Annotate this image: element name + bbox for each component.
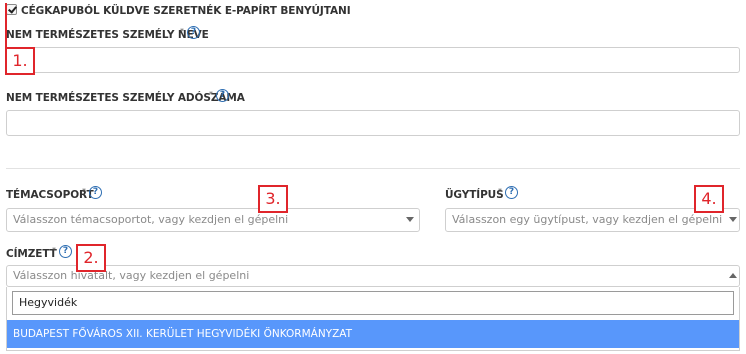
required-mark: *: [209, 90, 213, 99]
required-mark: *: [498, 187, 502, 196]
annotation-badge-4: 4.: [694, 185, 724, 213]
help-icon[interactable]: ?: [59, 245, 72, 258]
recipient-search-input[interactable]: Hegyvidék: [12, 291, 734, 315]
entity-name-label: NEM TERMÉSZETES SZEMÉLY NEVE: [6, 29, 209, 41]
help-icon[interactable]: ?: [187, 26, 200, 39]
annotation-badge-1: 1.: [5, 47, 35, 75]
recipient-dropdown: Hegyvidék BUDAPEST FŐVÁROS XII. KERÜLET …: [6, 287, 740, 351]
topic-group-label: TÉMACSOPORT: [6, 189, 94, 201]
help-icon[interactable]: ?: [89, 186, 102, 199]
section-divider: [6, 168, 740, 169]
caret-up-icon[interactable]: [729, 273, 737, 278]
cegkapu-checkbox-label[interactable]: CÉGKAPUBÓL KÜLDVE SZERETNÉK E-PAPÍRT BEN…: [21, 5, 351, 17]
caret-down-icon[interactable]: [406, 217, 414, 222]
required-mark: *: [82, 187, 86, 196]
annotation-badge-2: 2.: [76, 244, 106, 272]
tax-number-input[interactable]: [6, 110, 740, 136]
recipient-select[interactable]: Válasszon hivatalt, vagy kezdjen el gépe…: [6, 265, 740, 287]
required-mark: *: [52, 246, 56, 255]
required-mark: *: [180, 27, 184, 36]
caret-down-icon[interactable]: [729, 217, 737, 222]
recipient-label: CÍMZETT: [6, 248, 57, 260]
recipient-option[interactable]: BUDAPEST FŐVÁROS XII. KERÜLET HEGYVIDÉKI…: [7, 320, 739, 348]
help-icon[interactable]: ?: [505, 186, 518, 199]
case-type-label: ÜGYTÍPUS: [445, 189, 504, 201]
help-icon[interactable]: ?: [216, 89, 229, 102]
annotation-line: [5, 3, 7, 48]
entity-name-input[interactable]: [6, 47, 740, 73]
annotation-badge-3: 3.: [258, 185, 288, 213]
topic-group-select[interactable]: Válasszon témacsoportot, vagy kezdjen el…: [6, 208, 420, 232]
cegkapu-checkbox[interactable]: [6, 4, 17, 15]
